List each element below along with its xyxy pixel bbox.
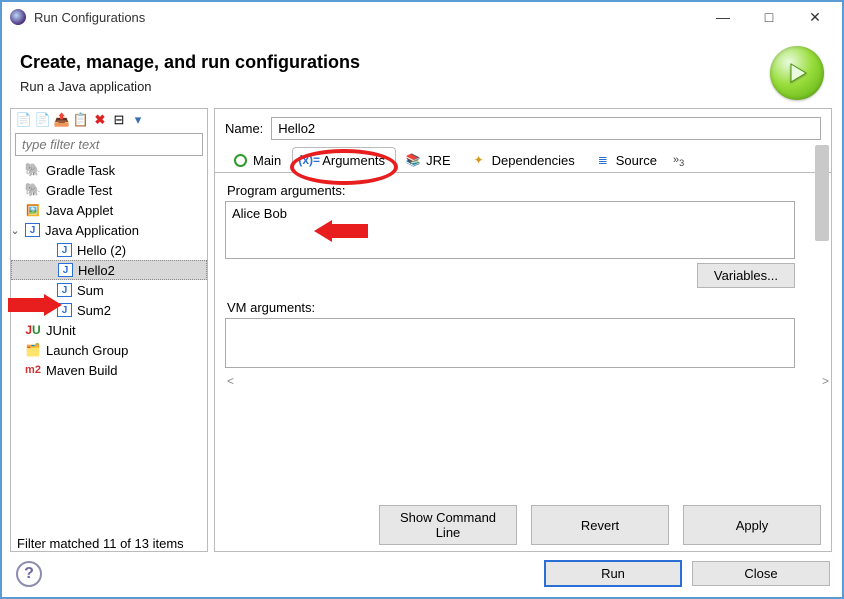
run-button[interactable]: Run bbox=[544, 560, 682, 587]
tree-item-java-application[interactable]: ⌄ J Java Application bbox=[11, 220, 207, 240]
jre-tab-icon: 📚 bbox=[405, 152, 421, 168]
filter-status: Filter matched 11 of 13 items bbox=[11, 532, 207, 551]
expand-toggle-icon[interactable]: ⌄ bbox=[11, 224, 21, 237]
tree-item-sum2[interactable]: J Sum2 bbox=[11, 300, 207, 320]
junit-icon: JU bbox=[25, 322, 41, 338]
tree-label: Gradle Test bbox=[46, 183, 112, 198]
tree-label: Java Applet bbox=[46, 203, 113, 218]
applet-icon: 🖼️ bbox=[25, 202, 41, 218]
configurations-tree[interactable]: 🐘 Gradle Task 🐘 Gradle Test 🖼️ Java Appl… bbox=[11, 160, 207, 532]
name-label: Name: bbox=[225, 121, 263, 136]
overflow-icon: »3 bbox=[673, 154, 684, 168]
vm-args-input[interactable] bbox=[225, 318, 795, 368]
tree-label: JUnit bbox=[46, 323, 76, 338]
tree-toolbar: 📄 📄 📤 📋 ✖ ⊟ ▾ bbox=[11, 109, 207, 131]
run-hero-icon bbox=[770, 46, 824, 100]
new-proto-icon[interactable]: 📄 bbox=[35, 112, 51, 128]
tree-item-gradle-task[interactable]: 🐘 Gradle Task bbox=[11, 160, 207, 180]
config-editor: Name: Main (x)= Arguments 📚 JRE ✦ bbox=[214, 108, 832, 552]
scroll-left-icon[interactable]: < bbox=[227, 374, 234, 388]
name-input[interactable] bbox=[271, 117, 821, 140]
tree-label: Sum bbox=[77, 283, 104, 298]
dialog-footer: ? Run Close bbox=[2, 552, 842, 597]
window-title: Run Configurations bbox=[34, 10, 700, 25]
source-tab-icon: ≣ bbox=[595, 152, 611, 168]
horizontal-scrollbar[interactable]: < > bbox=[227, 374, 829, 388]
tree-label: Sum2 bbox=[77, 303, 111, 318]
tree-item-java-applet[interactable]: 🖼️ Java Applet bbox=[11, 200, 207, 220]
new-config-icon[interactable]: 📄 bbox=[16, 112, 32, 128]
tree-item-hello-2[interactable]: J Hello (2) bbox=[11, 240, 207, 260]
delete-icon[interactable]: ✖ bbox=[92, 112, 108, 128]
filter-input[interactable] bbox=[15, 133, 203, 156]
tab-label: Arguments bbox=[322, 153, 385, 168]
tab-bar: Main (x)= Arguments 📚 JRE ✦ Dependencies… bbox=[215, 146, 831, 173]
page-subtitle: Run a Java application bbox=[20, 79, 758, 94]
close-window-button[interactable]: ✕ bbox=[792, 2, 838, 32]
program-args-input[interactable]: Alice Bob bbox=[225, 201, 795, 259]
revert-button[interactable]: Revert bbox=[531, 505, 669, 545]
tab-dependencies[interactable]: ✦ Dependencies bbox=[462, 147, 586, 173]
tree-label: Hello (2) bbox=[77, 243, 126, 258]
maven-icon: m2 bbox=[25, 362, 41, 378]
arguments-tab-icon: (x)= bbox=[301, 152, 317, 168]
tree-item-launch-group[interactable]: 🗂️ Launch Group bbox=[11, 340, 207, 360]
tree-label: Java Application bbox=[45, 223, 139, 238]
tree-item-gradle-test[interactable]: 🐘 Gradle Test bbox=[11, 180, 207, 200]
dependencies-tab-icon: ✦ bbox=[471, 152, 487, 168]
configurations-panel: 📄 📄 📤 📋 ✖ ⊟ ▾ 🐘 Gradle Task 🐘 Gradle Tes… bbox=[10, 108, 208, 552]
tab-label: Main bbox=[253, 153, 281, 168]
page-title: Create, manage, and run configurations bbox=[20, 52, 758, 73]
eclipse-icon bbox=[10, 9, 26, 25]
vertical-scrollbar[interactable] bbox=[815, 145, 829, 491]
tree-label: Hello2 bbox=[78, 263, 115, 278]
java-run-icon: J bbox=[57, 283, 72, 297]
export-icon[interactable]: 📤 bbox=[54, 112, 70, 128]
tab-label: Source bbox=[616, 153, 657, 168]
java-run-icon: J bbox=[58, 263, 73, 277]
tab-source[interactable]: ≣ Source bbox=[586, 147, 668, 173]
java-run-icon: J bbox=[57, 243, 72, 257]
variables-button[interactable]: Variables... bbox=[697, 263, 795, 288]
gradle-icon: 🐘 bbox=[25, 162, 41, 178]
tree-item-junit[interactable]: JU JUnit bbox=[11, 320, 207, 340]
java-run-icon: J bbox=[57, 303, 72, 317]
expand-all-icon[interactable]: ⊟ bbox=[111, 112, 127, 128]
tab-overflow[interactable]: »3 bbox=[668, 149, 695, 173]
titlebar: Run Configurations — □ ✕ bbox=[2, 2, 842, 32]
tree-label: Launch Group bbox=[46, 343, 128, 358]
vm-args-label: VM arguments: bbox=[227, 300, 831, 315]
launch-group-icon: 🗂️ bbox=[25, 342, 41, 358]
program-args-label: Program arguments: bbox=[227, 183, 831, 198]
close-button[interactable]: Close bbox=[692, 561, 830, 586]
tree-item-sum[interactable]: J Sum bbox=[11, 280, 207, 300]
duplicate-icon[interactable]: 📋 bbox=[73, 112, 89, 128]
scroll-thumb[interactable] bbox=[815, 145, 829, 241]
maximize-button[interactable]: □ bbox=[746, 2, 792, 32]
tree-item-hello2[interactable]: J Hello2 bbox=[11, 260, 207, 280]
tab-label: Dependencies bbox=[492, 153, 575, 168]
header: Create, manage, and run configurations R… bbox=[2, 32, 842, 108]
gradle-icon: 🐘 bbox=[25, 182, 41, 198]
tab-arguments[interactable]: (x)= Arguments bbox=[292, 147, 396, 173]
java-app-icon: J bbox=[25, 223, 40, 237]
tree-label: Gradle Task bbox=[46, 163, 115, 178]
help-icon[interactable]: ? bbox=[16, 561, 42, 587]
main-tab-icon bbox=[232, 152, 248, 168]
show-command-line-button[interactable]: Show Command Line bbox=[379, 505, 517, 545]
tree-label: Maven Build bbox=[46, 363, 118, 378]
filter-icon[interactable]: ▾ bbox=[130, 112, 146, 128]
tree-item-maven[interactable]: m2 Maven Build bbox=[11, 360, 207, 380]
tab-label: JRE bbox=[426, 153, 451, 168]
tab-main[interactable]: Main bbox=[223, 147, 292, 173]
apply-button[interactable]: Apply bbox=[683, 505, 821, 545]
minimize-button[interactable]: — bbox=[700, 2, 746, 32]
tab-jre[interactable]: 📚 JRE bbox=[396, 147, 462, 173]
